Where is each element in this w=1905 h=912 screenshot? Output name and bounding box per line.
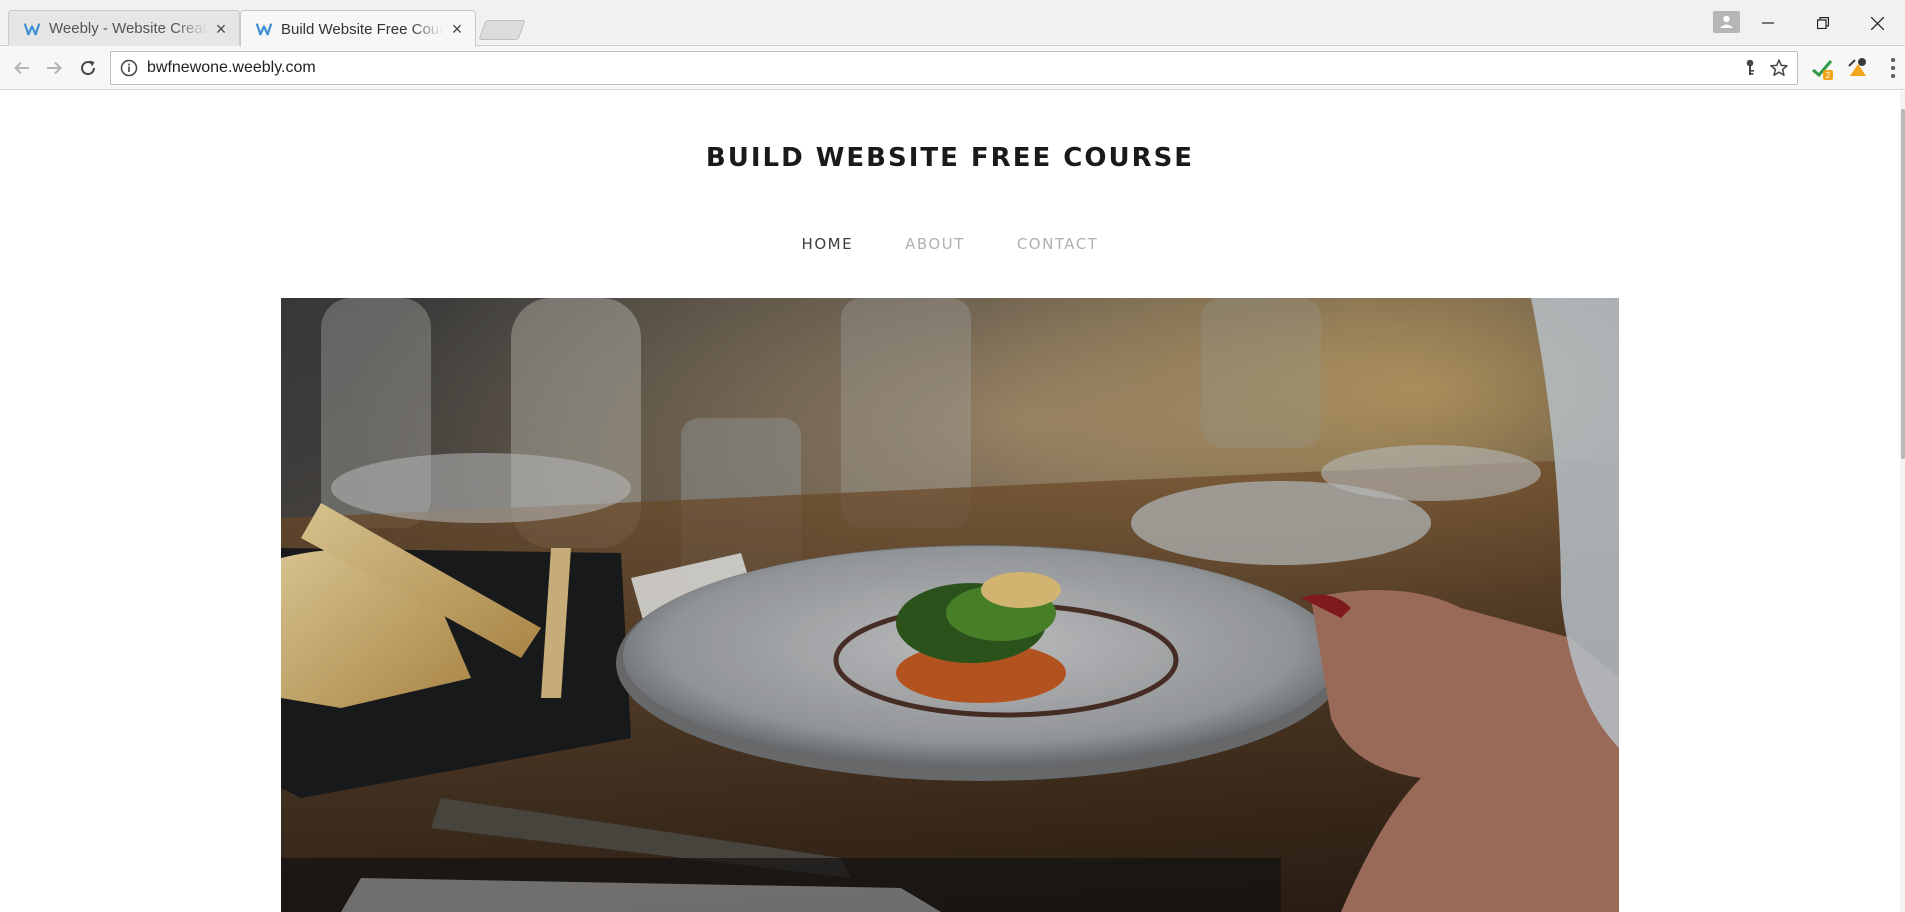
minimize-button[interactable] [1740,0,1795,46]
weebly-favicon-icon [255,23,273,36]
nav-home-link[interactable]: HOME [802,235,854,253]
page-scrollbar[interactable] [1900,91,1905,912]
person-icon [1720,15,1733,28]
close-icon[interactable]: × [213,20,229,38]
tab-strip: Weebly - Website Creatio × Build Website… [0,0,1905,47]
tab-weebly[interactable]: Weebly - Website Creatio × [8,10,240,46]
url-text: bwfnewone.weebly.com [147,59,316,76]
extension-icon[interactable]: 2 [1810,56,1834,80]
menu-dots-icon[interactable] [1885,56,1901,80]
bookmark-star-icon[interactable] [1769,58,1789,78]
close-window-button[interactable] [1850,0,1905,46]
key-icon[interactable] [1741,58,1759,78]
restore-button[interactable] [1795,0,1850,46]
nav-contact-link[interactable]: CONTACT [1017,235,1099,253]
info-icon[interactable] [119,58,139,78]
minimize-icon [1761,22,1774,24]
restore-icon [1816,17,1829,29]
forward-button[interactable] [40,54,68,82]
close-icon[interactable]: × [449,20,465,38]
reload-icon [81,60,96,76]
site-title[interactable]: BUILD WEBSITE FREE COURSE [0,143,1900,173]
profile-button[interactable] [1713,11,1740,33]
tab-title: Build Website Free Cours [281,20,443,38]
puzzle-extension-icon[interactable] [1846,56,1870,80]
extension-badge: 2 [1825,71,1830,80]
hero-image [281,298,1619,912]
back-arrow-icon [14,61,29,75]
page-viewport: BUILD WEBSITE FREE COURSE HOME ABOUT CON… [0,91,1905,912]
browser-toolbar: bwfnewone.weebly.com 2 [0,46,1905,90]
omnibox-icons [1741,58,1789,78]
back-button[interactable] [8,54,36,82]
tab-build-website[interactable]: Build Website Free Cours × [240,10,476,47]
reload-button[interactable] [74,54,102,82]
forward-arrow-icon [47,61,62,75]
new-tab-button[interactable] [478,20,526,40]
site-navigation: HOME ABOUT CONTACT [0,235,1900,253]
weebly-favicon-icon [23,22,41,35]
window-controls [1740,0,1905,46]
close-window-icon [1871,16,1884,30]
restaurant-dish-photo [281,298,1619,912]
tab-title: Weebly - Website Creatio [49,20,207,37]
nav-about-link[interactable]: ABOUT [905,235,965,253]
address-bar[interactable]: bwfnewone.weebly.com [110,51,1798,85]
scrollbar-thumb[interactable] [1901,109,1905,459]
